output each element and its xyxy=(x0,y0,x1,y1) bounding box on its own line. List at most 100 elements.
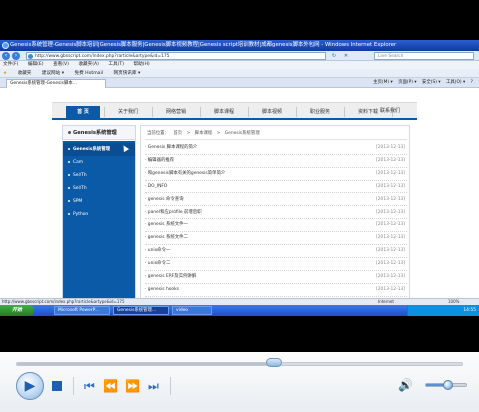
web-slice-link[interactable]: 网页快讯库 ▾ xyxy=(114,71,141,76)
menu-file[interactable]: 文件(F) xyxy=(3,62,18,67)
star-icon[interactable]: ★ xyxy=(3,71,7,76)
tab-bar: Genesis系统管理-Genesis脚本... 主页(M) ▾ 页面(P) ▾… xyxy=(0,78,479,88)
hotmail-link[interactable]: 免费 Hotmail xyxy=(74,71,103,76)
rewind-icon[interactable]: ⏪ xyxy=(103,379,118,393)
article-row[interactable]: · genesis hooks [2013-12-13] xyxy=(145,284,407,297)
seek-bar[interactable] xyxy=(16,362,463,366)
article-title[interactable]: · genesis ERF及实例讲解 xyxy=(145,271,196,283)
command-bar: 主页(M) ▾ 页面(P) ▾ 安全(S) ▾ 工具(O) ▾ ? xyxy=(369,79,473,87)
bullet-icon xyxy=(68,212,70,215)
menu-help[interactable]: 帮助(H) xyxy=(133,62,149,67)
article-list-panel: 当前位置： 首页 > 脚本课程 > Genesis系统管理 · Genesis … xyxy=(140,125,410,298)
nav-services[interactable]: 职业服务 xyxy=(300,106,340,118)
breadcrumb-current: Genesis系统管理 xyxy=(224,131,260,136)
stop-button[interactable] xyxy=(52,381,62,391)
address-text: http://www.gbsscript.com/index.php?rarti… xyxy=(35,54,170,59)
sidebar-title: Genesis系统管理 xyxy=(63,126,135,140)
sidebar-item-label: Sel/Th xyxy=(73,173,87,178)
bullet-icon xyxy=(68,199,70,202)
player-controls: ▶ ⏮ ⏪ ⏩ ⏭ 🔊 xyxy=(0,352,479,412)
article-title[interactable]: · 编辑器的推荐 xyxy=(145,155,174,167)
next-icon[interactable]: ⏭ xyxy=(148,379,159,393)
forward-icon[interactable]: › xyxy=(12,52,20,60)
article-title[interactable]: · DO_INFO xyxy=(145,181,167,193)
fast-forward-icon[interactable]: ⏩ xyxy=(125,379,140,393)
nav-about[interactable]: 关于我们 xyxy=(108,106,148,118)
sidebar-item-label: SPM xyxy=(73,199,83,204)
article-title[interactable]: · genesis 系统文件二 xyxy=(145,232,188,244)
article-title[interactable]: · genesis 系统文件一 xyxy=(145,219,188,231)
menu-favorites[interactable]: 收藏夹(A) xyxy=(78,62,99,67)
seek-thumb[interactable] xyxy=(266,358,283,367)
task-genesis[interactable]: Genesis系统管理... xyxy=(113,306,169,315)
task-powerpoint[interactable]: Microsoft PowerP... xyxy=(54,306,110,315)
menu-tools[interactable]: 工具(T) xyxy=(108,62,124,67)
article-row[interactable]: · 和genesis脚本有关的genesis简单简介 [2013-12-13] xyxy=(145,168,407,181)
article-date: [2013-12-13] xyxy=(376,261,405,267)
suggested-sites-link[interactable]: 建议网站 ▾ xyxy=(42,71,64,76)
volume-icon[interactable]: 🔊 xyxy=(398,378,413,392)
breadcrumb-prefix: 当前位置： xyxy=(147,131,169,136)
article-title[interactable]: · genesis 命令查询 xyxy=(145,194,184,206)
breadcrumb-home[interactable]: 首页 xyxy=(173,131,182,136)
task-video[interactable]: video xyxy=(172,306,212,315)
volume-thumb[interactable] xyxy=(443,380,453,390)
article-row[interactable]: · unix命令一 [2013-12-13] xyxy=(145,245,407,258)
article-row[interactable]: · DO_INFO [2013-12-13] xyxy=(145,181,407,194)
article-title[interactable]: · unix命令一 xyxy=(145,245,170,257)
article-row[interactable]: · genesis ERF及实例讲解 [2013-12-13] xyxy=(145,271,407,284)
article-title[interactable]: · 和genesis脚本有关的genesis简单简介 xyxy=(145,168,225,180)
sidebar-list: Genesis系统管理 Cam Sel/Th Sel/Th SPM Python xyxy=(63,141,135,298)
address-toolbar: ‹ › http://www.gbsscript.com/index.php?r… xyxy=(0,51,479,61)
sidebar-item-selth-2[interactable]: Sel/Th xyxy=(63,182,135,195)
video-player-window: Genesis系统管理-Genesis脚本培训|Genesis脚本服务|Gene… xyxy=(0,0,479,412)
nav-contact[interactable]: 联系我们 xyxy=(370,105,410,117)
sidebar-item-cam[interactable]: Cam xyxy=(63,156,135,169)
system-tray: 14:55 xyxy=(407,305,479,316)
tools-menu[interactable]: 工具(O) ▾ xyxy=(446,80,465,85)
clock: 14:55 xyxy=(463,308,476,313)
sidebar-title-text: Genesis系统管理 xyxy=(73,130,117,136)
article-title[interactable]: · unix命令二 xyxy=(145,258,170,270)
article-row[interactable]: · 编辑器的推荐 [2013-12-13] xyxy=(145,155,407,168)
article-title[interactable]: · panel和应profile 前增后职 xyxy=(145,207,202,219)
page-menu[interactable]: 页面(P) ▾ xyxy=(398,80,416,85)
sidebar-item-python[interactable]: Python xyxy=(63,208,135,221)
sidebar-item-spm[interactable]: SPM xyxy=(63,195,135,208)
stop-load-icon[interactable]: ✕ xyxy=(342,52,350,60)
nav-videos[interactable]: 脚本视频 xyxy=(252,106,292,118)
article-row[interactable]: · panel和应profile 前增后职 [2013-12-13] xyxy=(145,207,407,220)
nav-courses[interactable]: 脚本课程 xyxy=(204,106,244,118)
play-button[interactable]: ▶ xyxy=(16,372,44,400)
nav-divider xyxy=(344,107,345,117)
safety-menu[interactable]: 安全(S) ▾ xyxy=(422,80,441,85)
favorites-link[interactable]: 收藏夹 xyxy=(18,71,32,76)
nav-home[interactable]: 首 页 xyxy=(66,106,100,118)
sidebar-item-label: Python xyxy=(73,212,89,217)
article-title[interactable]: · Genesis 脚本课程的简介 xyxy=(145,142,197,154)
article-row[interactable]: · genesis 系统文件一 [2013-12-13] xyxy=(145,219,407,233)
menu-edit[interactable]: 编辑(E) xyxy=(28,62,44,67)
play-icon: ▶ xyxy=(24,378,36,394)
nav-marketing[interactable]: 网络营销 xyxy=(156,106,196,118)
article-row[interactable]: · unix命令二 [2013-12-13] xyxy=(145,258,407,271)
article-row[interactable]: · genesis 系统文件二 [2013-12-13] xyxy=(145,232,407,246)
article-title[interactable]: · genesis hooks xyxy=(145,284,179,296)
help-icon[interactable]: ? xyxy=(471,80,473,85)
address-bar[interactable]: http://www.gbsscript.com/index.php?rarti… xyxy=(26,52,326,60)
menu-view[interactable]: 查看(V) xyxy=(53,62,69,67)
sidebar-item-selth[interactable]: Sel/Th xyxy=(63,169,135,182)
home-menu[interactable]: 主页(M) ▾ xyxy=(373,80,393,85)
start-button[interactable]: 开始 xyxy=(0,305,34,316)
refresh-icon[interactable]: ↻ xyxy=(330,52,338,60)
article-row[interactable]: · genesis 命令查询 [2013-12-13] xyxy=(145,194,407,207)
article-row[interactable]: · Genesis 脚本课程的简介 [2013-12-13] xyxy=(145,142,407,155)
tab-genesis[interactable]: Genesis系统管理-Genesis脚本... xyxy=(6,79,106,88)
previous-icon[interactable]: ⏮ xyxy=(84,379,95,393)
breadcrumb-courses[interactable]: 脚本课程 xyxy=(195,131,213,136)
article-date: [2013-12-13] xyxy=(376,222,405,228)
search-placeholder: Live Search xyxy=(378,54,404,59)
windows-taskbar: 开始 Microsoft PowerP... Genesis系统管理... vi… xyxy=(0,305,479,316)
back-icon[interactable]: ‹ xyxy=(2,52,10,60)
search-input[interactable]: Live Search xyxy=(374,52,474,60)
